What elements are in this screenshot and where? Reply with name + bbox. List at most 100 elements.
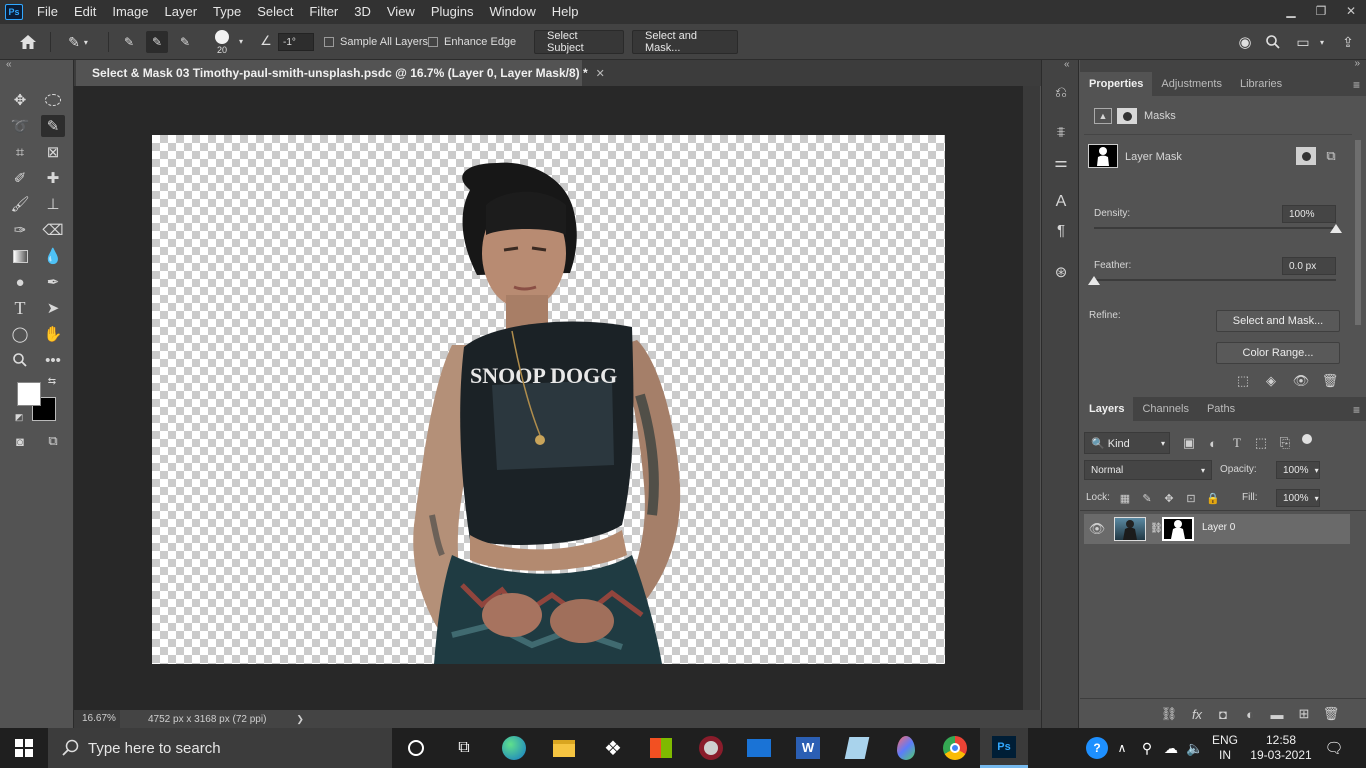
navigator-icon[interactable]: ⊛ <box>1051 262 1071 282</box>
brush-settings-icon[interactable]: ⩨ <box>1051 122 1071 142</box>
feather-slider-track[interactable] <box>1094 279 1336 281</box>
restore-icon[interactable]: ❐ <box>1306 0 1336 22</box>
start-button[interactable] <box>0 728 48 768</box>
marquee-tool-icon[interactable] <box>41 89 65 111</box>
history-brush-tool-icon[interactable]: ✑ <box>8 219 32 241</box>
filter-smart-object-icon[interactable]: ⎘ <box>1276 434 1294 452</box>
link-layers-icon[interactable]: ⛓ <box>1160 705 1178 723</box>
mail-icon[interactable] <box>735 728 783 768</box>
gradient-tool-icon[interactable] <box>8 245 32 267</box>
lock-transparent-icon[interactable]: ▦ <box>1116 489 1134 507</box>
dodge-tool-icon[interactable]: ● <box>8 271 32 293</box>
zoom-level-field[interactable]: 16.67% <box>74 710 120 728</box>
lock-image-icon[interactable]: ✎ <box>1138 489 1156 507</box>
tab-channels[interactable]: Channels <box>1133 397 1197 421</box>
tool-preset-picker[interactable]: ✎ ▾ <box>58 32 98 52</box>
clone-stamp-tool-icon[interactable]: ⊥ <box>41 193 65 215</box>
canvas-area[interactable]: SNOOP DOGG <box>74 86 1023 710</box>
menu-image[interactable]: Image <box>104 0 156 24</box>
document-canvas[interactable]: SNOOP DOGG <box>152 135 945 664</box>
brush-size-picker[interactable]: 20 <box>210 26 234 58</box>
tab-properties[interactable]: Properties <box>1080 72 1153 96</box>
filter-adjustment-icon[interactable]: ◐ <box>1204 434 1222 452</box>
lock-position-icon[interactable]: ✥ <box>1160 489 1178 507</box>
disable-mask-icon[interactable]: 👁 <box>1292 372 1310 390</box>
workspace-dropdown-icon[interactable]: ▾ <box>1316 34 1328 50</box>
mask-properties-icon[interactable] <box>1117 108 1137 124</box>
new-group-icon[interactable]: ▬ <box>1268 705 1286 723</box>
workspace-icon[interactable]: ▭ <box>1292 32 1314 52</box>
network-icon[interactable]: ⚲ <box>1136 728 1158 768</box>
opacity-field[interactable]: 100% ▾ <box>1276 461 1320 479</box>
filter-type-icon[interactable]: T <box>1228 434 1246 452</box>
notepad-icon[interactable] <box>833 728 881 768</box>
menu-help[interactable]: Help <box>544 0 587 24</box>
filter-pixel-icon[interactable]: ▣ <box>1180 434 1198 452</box>
ellipse-tool-icon[interactable]: ◯ <box>8 323 32 345</box>
store-icon[interactable] <box>637 728 685 768</box>
media-icon[interactable] <box>687 728 735 768</box>
tab-layers[interactable]: Layers <box>1080 397 1134 421</box>
help-icon[interactable]: ? <box>1084 728 1110 768</box>
add-to-selection-icon[interactable]: ✎ <box>146 31 168 53</box>
apply-mask-icon[interactable]: ◈ <box>1262 372 1280 390</box>
notifications-icon[interactable]: 🗨 <box>1318 728 1350 768</box>
default-colors-icon[interactable]: ◩ <box>12 410 26 424</box>
angle-field[interactable]: -1° <box>278 33 314 51</box>
menu-view[interactable]: View <box>379 0 423 24</box>
lasso-tool-icon[interactable]: ➰ <box>8 115 32 137</box>
hand-tool-icon[interactable]: ✋ <box>41 323 65 345</box>
feather-slider-thumb[interactable] <box>1088 276 1100 285</box>
subtract-from-selection-icon[interactable]: ✎ <box>174 32 196 52</box>
crop-tool-icon[interactable]: ⌗ <box>8 141 32 163</box>
menu-edit[interactable]: Edit <box>66 0 104 24</box>
swap-colors-icon[interactable]: ⇆ <box>44 374 60 388</box>
pixel-layer-icon[interactable]: ▲ <box>1094 108 1112 124</box>
layer-row[interactable]: 👁 ⛓ Layer 0 <box>1084 514 1350 544</box>
show-hidden-icons-icon[interactable]: ∧ <box>1112 728 1132 768</box>
status-info-arrow-icon[interactable]: ❯ <box>296 714 304 725</box>
close-tab-icon[interactable]: ✕ <box>596 67 605 80</box>
fill-field[interactable]: 100% ▾ <box>1276 489 1320 507</box>
mask-link-icon[interactable]: ⛓ <box>1150 523 1163 534</box>
quick-mask-icon[interactable]: ◙ <box>8 430 32 452</box>
select-and-mask-button[interactable]: Select and Mask... <box>632 30 738 54</box>
tab-adjustments[interactable]: Adjustments <box>1152 72 1231 96</box>
close-icon[interactable]: ✕ <box>1336 0 1366 22</box>
clock[interactable]: 12:58 19-03-2021 <box>1246 728 1316 768</box>
layer-name[interactable]: Layer 0 <box>1202 522 1235 533</box>
more-tools-icon[interactable]: ••• <box>41 349 65 371</box>
photoshop-icon[interactable]: Ps <box>980 728 1028 768</box>
new-layer-icon[interactable]: ⊞ <box>1295 705 1313 723</box>
type-tool-icon[interactable]: T <box>8 297 32 319</box>
feather-field[interactable]: 0.0 px <box>1282 257 1336 275</box>
refine-select-and-mask-button[interactable]: Select and Mask... <box>1216 310 1340 332</box>
enhance-edge-checkbox[interactable]: Enhance Edge <box>428 33 516 51</box>
select-subject-button[interactable]: Select Subject <box>534 30 624 54</box>
density-field[interactable]: 100% <box>1282 205 1336 223</box>
menu-layer[interactable]: Layer <box>157 0 206 24</box>
document-tab[interactable]: Select & Mask 03 Timothy-paul-smith-unsp… <box>76 60 605 86</box>
healing-brush-tool-icon[interactable]: ✚ <box>41 167 65 189</box>
lock-artboard-icon[interactable]: ⊡ <box>1182 489 1200 507</box>
layer-visibility-eye-icon[interactable]: 👁 <box>1088 520 1106 538</box>
layer-filter-kind-select[interactable]: 🔍 Kind ▾ <box>1084 432 1170 454</box>
menu-plugins[interactable]: Plugins <box>423 0 482 24</box>
new-selection-icon[interactable]: ✎ <box>118 32 140 52</box>
minimize-icon[interactable]: ▁ <box>1276 0 1306 22</box>
maps-icon[interactable] <box>882 728 930 768</box>
select-layer-mask-icon[interactable] <box>1296 147 1316 165</box>
home-icon[interactable] <box>16 32 40 52</box>
filter-toggle-icon[interactable] <box>1302 434 1312 444</box>
adjustments-icon[interactable]: ⚌ <box>1051 152 1071 172</box>
language-indicator[interactable]: ENG IN <box>1208 728 1242 768</box>
add-mask-icon[interactable]: ◘ <box>1214 705 1232 723</box>
brush-size-dropdown-icon[interactable]: ▾ <box>236 34 246 48</box>
color-range-button[interactable]: Color Range... <box>1216 342 1340 364</box>
eyedropper-tool-icon[interactable]: ✐ <box>8 167 32 189</box>
foreground-color-swatch[interactable] <box>17 382 41 406</box>
chrome-icon[interactable] <box>931 728 979 768</box>
layer-effects-icon[interactable]: fx <box>1188 705 1206 723</box>
dropbox-icon[interactable]: ❖ <box>589 728 637 768</box>
zoom-tool-icon[interactable] <box>8 349 32 371</box>
